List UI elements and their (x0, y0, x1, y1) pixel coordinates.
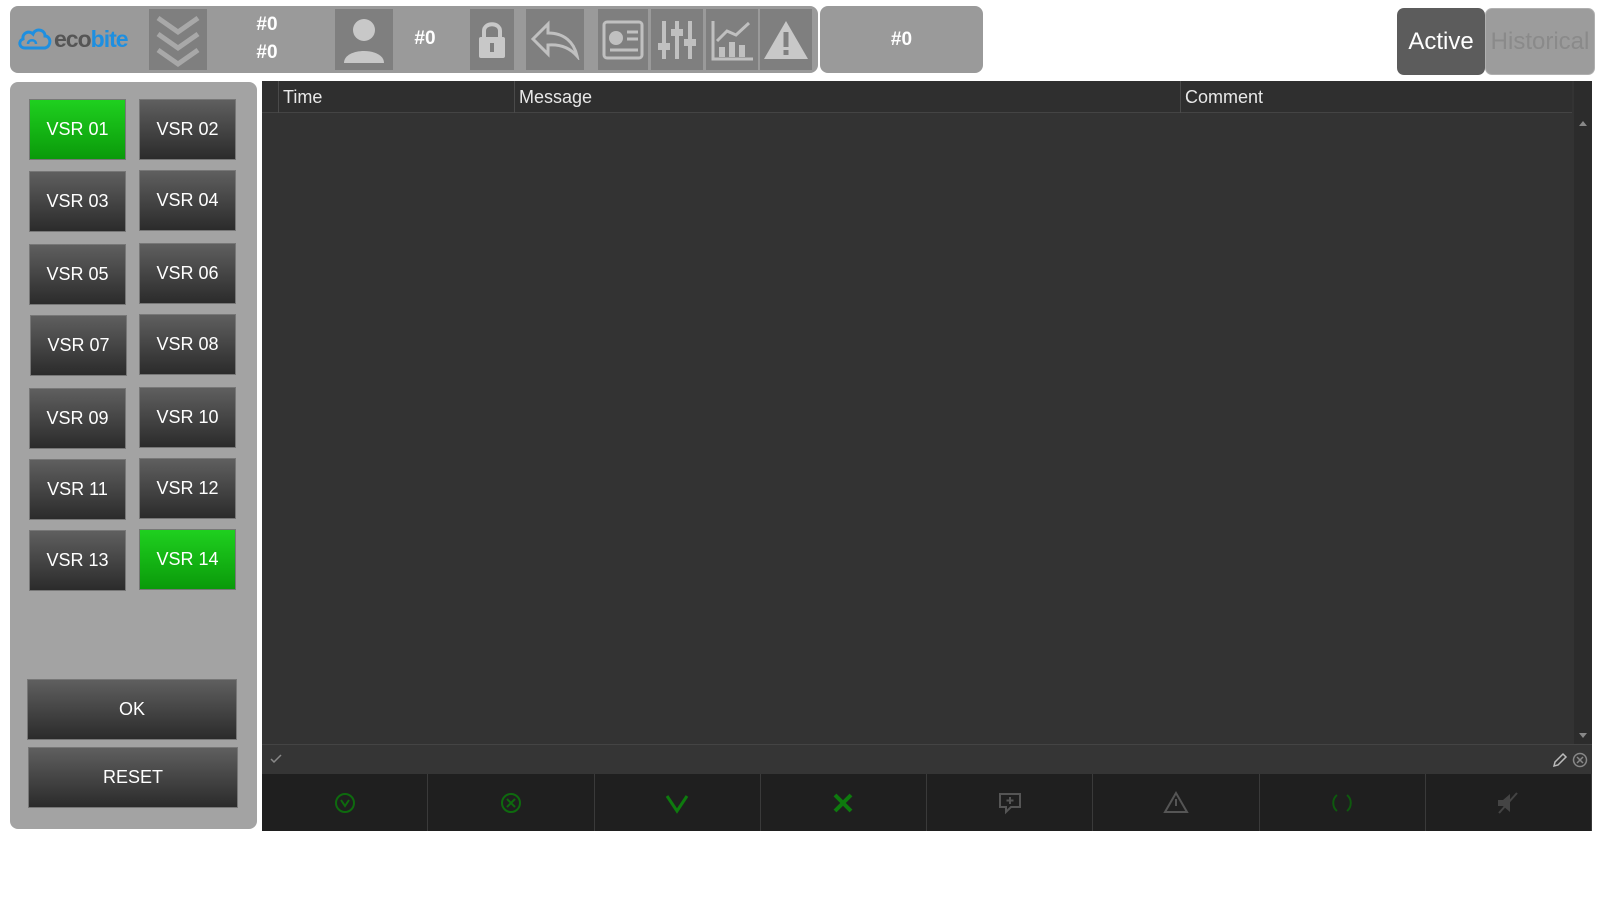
acknowledge-circle-icon (334, 792, 355, 813)
report-icon (602, 20, 644, 59)
add-comment-icon (998, 792, 1021, 814)
warning-outline-icon (1163, 790, 1189, 813)
vertical-scrollbar[interactable] (1574, 81, 1592, 744)
vsr-button[interactable]: VSR 09 (29, 388, 126, 449)
vsr-selector-panel: VSR 01 VSR 02 VSR 03 VSR 04 VSR 05 VSR 0… (10, 82, 257, 829)
mute-button[interactable] (1426, 774, 1592, 831)
vsr-button[interactable]: VSR 03 (29, 171, 126, 232)
reset-button[interactable]: RESET (28, 747, 238, 808)
vsr-button[interactable]: VSR 14 (139, 529, 236, 590)
double-chevron-down-icon (156, 15, 200, 67)
vsr-button[interactable]: VSR 13 (29, 530, 126, 591)
reports-button[interactable] (598, 9, 648, 70)
vsr-button[interactable]: VSR 04 (139, 170, 236, 231)
alarm-grid: Time Message Comment (262, 81, 1592, 831)
user-button[interactable] (335, 9, 393, 70)
lock-button[interactable] (470, 9, 514, 70)
logo-bite-text: bite (90, 25, 129, 52)
trends-button[interactable] (706, 9, 758, 70)
historical-mode-button[interactable]: Historical (1485, 8, 1595, 75)
ecobite-logo: ecobite (16, 16, 146, 62)
add-comment-button[interactable] (927, 774, 1094, 831)
top-toolbar: ecobite #0 #0 #0 (10, 6, 818, 73)
cancel-circle-button[interactable] (428, 774, 595, 831)
back-arrow-icon (530, 19, 580, 60)
check-icon (665, 794, 689, 814)
shelve-button[interactable] (1093, 774, 1260, 831)
grid-action-toolbar (262, 774, 1592, 831)
user-count: #0 (414, 28, 436, 49)
chart-icon (711, 20, 753, 60)
collapse-button[interactable] (149, 9, 207, 70)
vsr-button[interactable]: VSR 08 (139, 314, 236, 375)
lock-icon (479, 21, 505, 58)
column-header-time[interactable]: Time (278, 81, 514, 113)
counter-b: #0 (256, 42, 278, 63)
vsr-button[interactable]: VSR 11 (29, 459, 126, 520)
column-header-message[interactable]: Message (514, 81, 1180, 113)
alarms-button[interactable] (760, 9, 812, 70)
column-header-comment[interactable]: Comment (1180, 81, 1572, 113)
active-mode-button[interactable]: Active (1397, 8, 1485, 75)
ok-button[interactable]: OK (27, 679, 237, 740)
vsr-button[interactable]: VSR 01 (29, 99, 126, 160)
vsr-button[interactable]: VSR 10 (139, 387, 236, 448)
logo-eco-text: eco (54, 25, 92, 52)
vsr-button[interactable]: VSR 02 (139, 99, 236, 160)
mode-switch: Active Historical (1397, 8, 1595, 75)
user-icon (344, 18, 384, 63)
grid-header: Time Message Comment (262, 81, 1572, 113)
edit-pencil-icon[interactable] (1552, 752, 1568, 768)
vsr-button[interactable]: VSR 12 (139, 458, 236, 519)
acknowledge-button[interactable] (262, 774, 429, 831)
checkmark-icon (270, 754, 282, 764)
status-value-box: #0 (820, 6, 983, 73)
sliders-icon (658, 20, 696, 59)
refresh-button[interactable] (1260, 774, 1426, 831)
delete-button[interactable] (761, 774, 927, 831)
mute-icon (1498, 791, 1519, 814)
settings-button[interactable] (651, 9, 703, 70)
scroll-up-icon[interactable] (1579, 121, 1587, 126)
counter-a: #0 (256, 14, 278, 35)
vsr-button[interactable]: VSR 05 (29, 244, 126, 305)
vsr-button[interactable]: VSR 06 (139, 243, 236, 304)
grid-status-bar (262, 744, 1592, 774)
scroll-down-icon[interactable] (1579, 733, 1587, 738)
refresh-icon (1332, 793, 1352, 812)
back-button[interactable] (526, 9, 584, 70)
cancel-circle-icon (500, 792, 521, 813)
vsr-button[interactable]: VSR 07 (30, 315, 127, 376)
clear-filter-icon[interactable] (1572, 752, 1588, 768)
cloud-icon (18, 28, 52, 50)
confirm-button[interactable] (595, 774, 761, 831)
close-icon (833, 793, 853, 812)
warning-icon (764, 20, 808, 59)
